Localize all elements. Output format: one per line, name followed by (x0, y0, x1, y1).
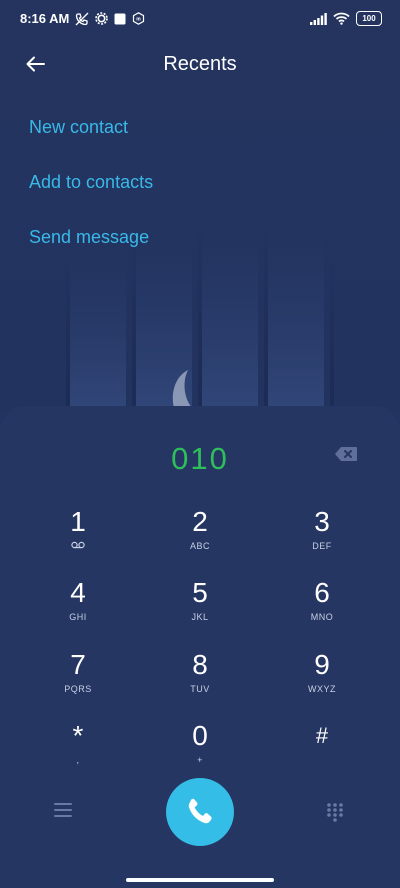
key-9[interactable]: 9 WXYZ (272, 649, 372, 711)
hamburger-icon (54, 803, 72, 817)
key-8[interactable]: 8 TUV (150, 649, 250, 711)
moon-icon (172, 370, 192, 408)
key-2[interactable]: 2 ABC (150, 506, 250, 568)
status-right: 100 (310, 11, 382, 26)
settings-gear-icon (95, 12, 109, 25)
status-left: 8:16 AM m (20, 11, 145, 26)
key-digit: * (72, 720, 84, 751)
key-letters: TUV (190, 684, 210, 694)
key-digit: 9 (314, 649, 330, 680)
key-digit: 4 (70, 577, 86, 608)
new-contact-link[interactable]: New contact (29, 117, 128, 138)
key-letters: ABC (189, 541, 210, 551)
key-digit: 6 (314, 577, 330, 608)
key-digit: 1 (70, 506, 86, 537)
status-time: 8:16 AM (20, 11, 70, 26)
backspace-icon (335, 447, 357, 461)
key-letters: PQRS (64, 684, 92, 694)
mi-app-icon: m (133, 12, 145, 25)
key-1[interactable]: 1 (28, 506, 128, 568)
svg-text:m: m (137, 17, 142, 23)
key-digit: 8 (192, 649, 208, 680)
menu-button[interactable] (54, 802, 74, 822)
call-button[interactable] (166, 778, 234, 846)
key-digit: 0 (192, 720, 208, 751)
voicemail-icon (28, 541, 128, 553)
send-message-link[interactable]: Send message (29, 227, 149, 248)
dialer-bottom-bar (0, 772, 400, 852)
key-letters (272, 755, 372, 767)
top-bar: Recents (0, 46, 400, 84)
phone-icon (188, 798, 212, 824)
keypad-icon (327, 803, 343, 822)
wifi-icon (333, 12, 350, 25)
key-digit: 3 (314, 506, 330, 537)
signal-strength-icon (310, 12, 327, 25)
page-title: Recents (163, 53, 237, 75)
key-4[interactable]: 4 GHI (28, 577, 128, 639)
key-letters: JKL (191, 612, 209, 622)
screen: 8:16 AM m 100 Recents New contact Add to… (0, 0, 400, 888)
key-digit: 2 (192, 506, 208, 537)
key-letters: + (197, 755, 203, 765)
add-to-contacts-link[interactable]: Add to contacts (29, 172, 153, 193)
key-5[interactable]: 5 JKL (150, 577, 250, 639)
key-letters: WXYZ (308, 684, 336, 694)
key-letters: DEF (312, 541, 332, 551)
call-muted-icon (75, 12, 89, 25)
key-letters: MNO (310, 612, 334, 622)
keypad-toggle-button[interactable] (326, 802, 346, 822)
key-digit: # (315, 723, 329, 748)
key-letters: , (76, 755, 80, 765)
key-3[interactable]: 3 DEF (272, 506, 372, 568)
key-7[interactable]: 7 PQRS (28, 649, 128, 711)
status-bar: 8:16 AM m 100 (0, 0, 400, 38)
dialer-panel: 010 1 2 ABC 3 DEF 4 GHI 5 JKL 6 MNO 7 PQ… (0, 406, 400, 888)
key-6[interactable]: 6 MNO (272, 577, 372, 639)
key-digit: 7 (70, 649, 86, 680)
square-notification-icon (114, 13, 126, 24)
key-digit: 5 (192, 577, 208, 608)
battery-indicator: 100 (356, 11, 382, 26)
home-indicator[interactable] (126, 878, 274, 882)
key-letters: GHI (69, 612, 87, 622)
backspace-button[interactable] (334, 446, 360, 464)
